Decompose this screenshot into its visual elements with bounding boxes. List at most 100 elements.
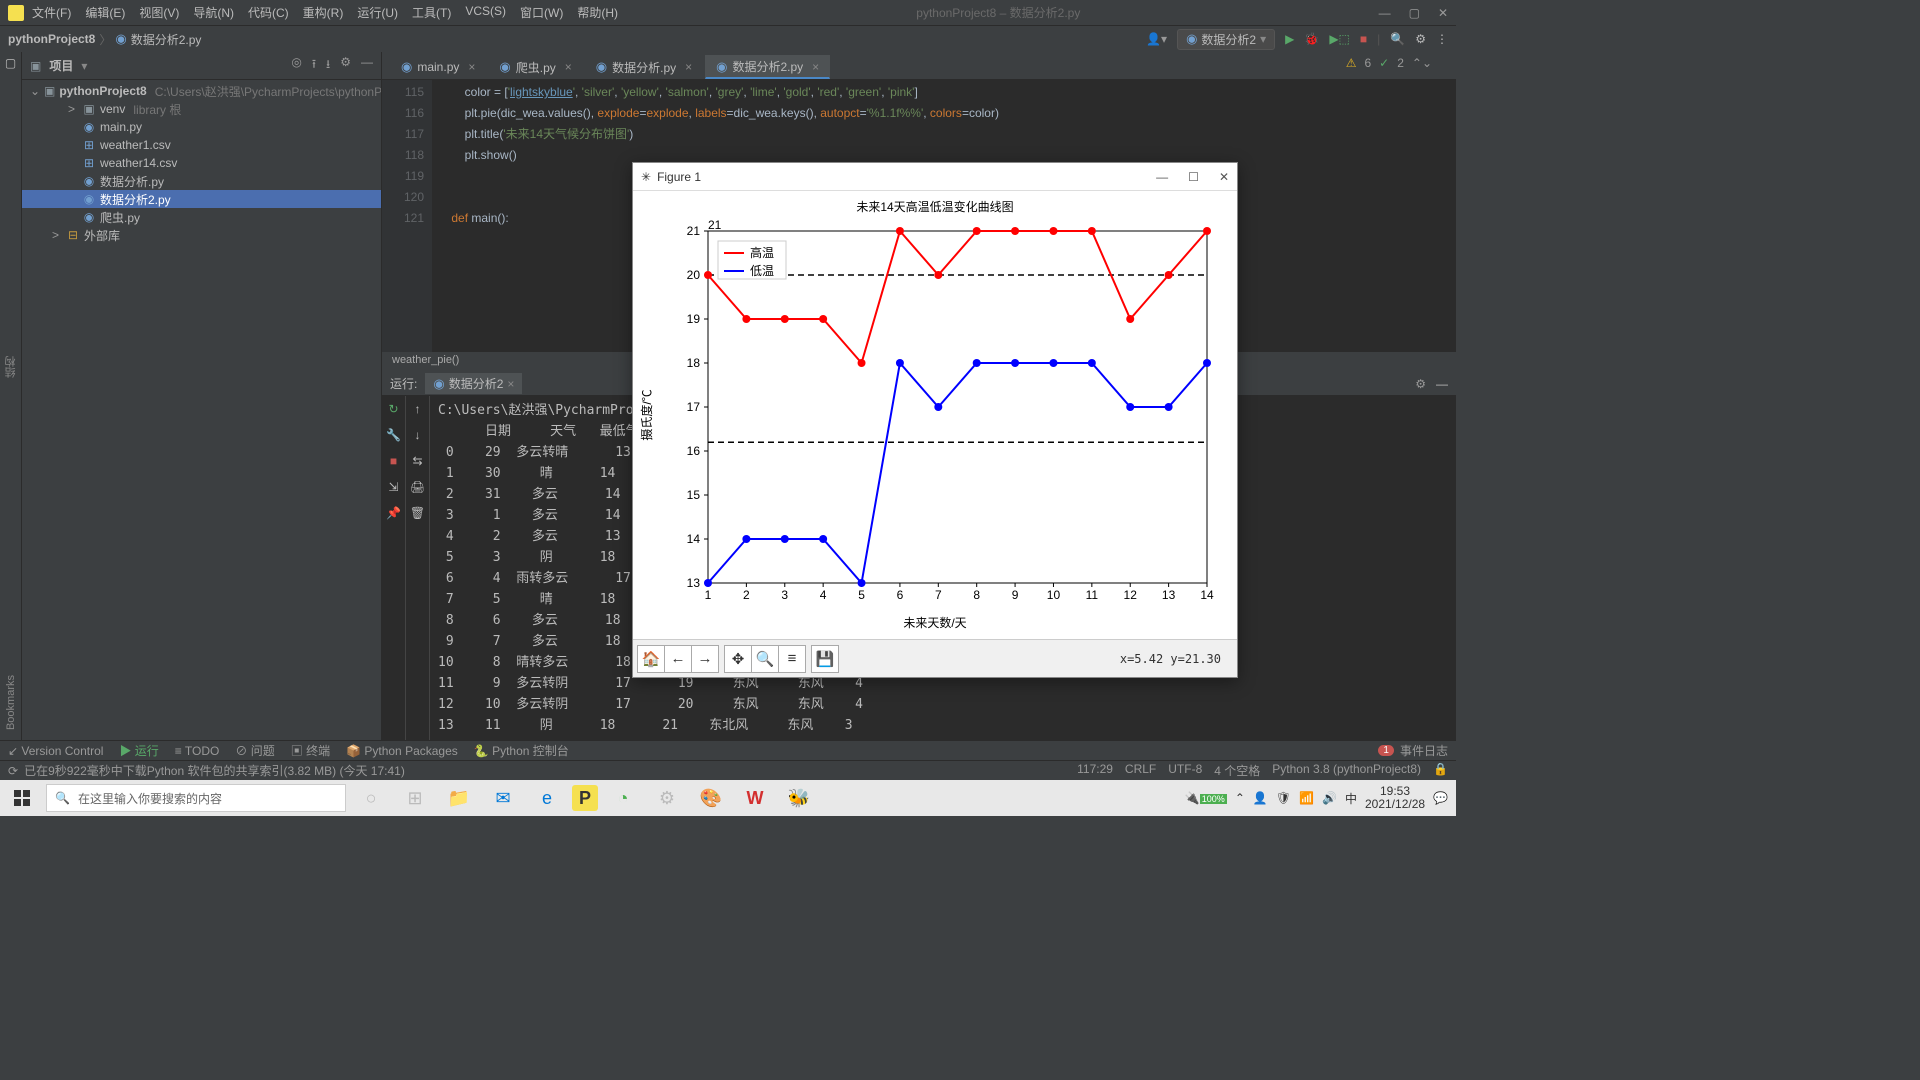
tab-terminal[interactable]: ▣ 终端 [291,742,330,759]
sync-icon[interactable]: ⟳ [8,764,18,778]
tab-problems[interactable]: ⊘ 问题 [235,742,274,759]
battery-icon[interactable]: 🔌100% [1185,791,1227,805]
target-icon[interactable]: ◎ [291,55,301,76]
editor-tab[interactable]: ◉main.py× [390,55,486,79]
interpreter[interactable]: Python 3.8 (pythonProject8) [1272,762,1421,779]
event-log-label[interactable]: 事件日志 [1400,742,1448,759]
tab-python-console[interactable]: 🐍 Python 控制台 [474,742,569,759]
run-config-dropdown[interactable]: ◉ 数据分析2 ▾ [1177,29,1275,50]
maximize-icon[interactable]: ☐ [1188,170,1199,184]
volume-icon[interactable]: 🔊 [1322,791,1337,805]
trash-icon[interactable]: 🗑 [410,506,425,520]
run-button[interactable]: ▶ [1285,32,1294,46]
lock-icon[interactable]: 🔒 [1433,762,1448,779]
bookmarks-label[interactable]: Bookmarks [5,665,17,740]
breadcrumb-file[interactable]: 数据分析2.py [131,31,202,48]
tab-python-packages[interactable]: 📦 Python Packages [346,744,458,758]
tray-shield-icon[interactable]: 🛡 [1276,791,1291,805]
gear-icon[interactable]: ⚙ [1415,377,1426,391]
warnings-icon[interactable]: ⚠ [1346,56,1357,70]
pin-icon[interactable]: 📌 [386,506,401,520]
editor-tab[interactable]: ◉爬虫.py× [488,55,582,79]
collapse-icon[interactable]: ⭳ [326,55,330,76]
structure-label[interactable]: 结构 [3,346,19,388]
config-button[interactable]: ≡ [778,645,806,673]
hide-icon[interactable]: — [1436,377,1448,391]
forward-button[interactable]: → [691,645,719,673]
close-icon[interactable]: × [812,60,819,74]
tree-item[interactable]: >▣venvlibrary 根 [22,100,381,118]
wrap-icon[interactable]: ⇆ [412,454,422,468]
project-tool-icon[interactable]: ▢ [5,56,16,70]
editor-tab[interactable]: ◉数据分析.py× [585,55,703,79]
indent[interactable]: 4 个空格 [1214,762,1260,779]
close-icon[interactable]: × [507,377,514,391]
stop-button[interactable]: ■ [1360,32,1367,46]
save-button[interactable]: 💾 [811,645,839,673]
back-button[interactable]: ← [664,645,692,673]
wifi-icon[interactable]: 📶 [1299,791,1314,805]
chevron-icon[interactable]: ⌃⌄ [1412,56,1432,70]
clock[interactable]: 19:53 2021/12/28 [1365,785,1425,811]
search-input[interactable]: 🔍 在这里输入你要搜索的内容 [46,784,346,812]
wps-icon[interactable]: W [736,782,774,814]
menu-window[interactable]: 窗口(W) [520,4,563,21]
tree-item[interactable]: ◉数据分析.py [22,172,381,190]
stop-button[interactable]: ■ [390,454,397,468]
menu-run[interactable]: 运行(U) [357,4,398,21]
encoding[interactable]: UTF-8 [1168,762,1202,779]
close-icon[interactable]: × [565,60,572,74]
close-icon[interactable]: × [685,60,692,74]
menu-file[interactable]: 文件(F) [32,4,71,21]
breadcrumb-project[interactable]: pythonProject8 [8,32,95,46]
notification-icon[interactable]: 💬 [1433,791,1448,805]
menu-tools[interactable]: 工具(T) [412,4,451,21]
close-icon[interactable]: × [468,60,475,74]
tab-todo[interactable]: ≡ TODO [175,744,220,758]
app-icon-2[interactable]: 🎨 [692,782,730,814]
menu-refactor[interactable]: 重构(R) [303,4,344,21]
exit-icon[interactable]: ⇲ [388,480,398,494]
figure-window[interactable]: ✳ Figure 1 — ☐ ✕ 未来14天高温低温变化曲线图未来天数/天摄氏度… [632,162,1238,678]
edge-icon[interactable]: e [528,782,566,814]
minimize-icon[interactable]: — [1156,170,1168,184]
app-icon[interactable]: ◔ [604,782,642,814]
tree-item[interactable]: ◉数据分析2.py [22,190,381,208]
close-icon[interactable]: ✕ [1438,6,1448,20]
wrench-icon[interactable]: 🔧 [386,428,401,442]
print-icon[interactable]: 🖨 [410,480,425,494]
explorer-icon[interactable]: 📁 [440,782,478,814]
pan-button[interactable]: ✥ [724,645,752,673]
menu-vcs[interactable]: VCS(S) [465,4,506,21]
app-icon-3[interactable]: 🐝 [780,782,818,814]
menu-edit[interactable]: 编辑(E) [85,4,125,21]
tree-item[interactable]: ◉爬虫.py [22,208,381,226]
cursor-pos[interactable]: 117:29 [1077,762,1113,779]
debug-button[interactable]: 🐞 [1304,32,1319,46]
hide-icon[interactable]: — [361,55,373,76]
zoom-button[interactable]: 🔍 [751,645,779,673]
run-coverage-button[interactable]: ▶⬚ [1329,32,1350,46]
maximize-icon[interactable]: ▢ [1409,6,1420,20]
tray-user-icon[interactable]: 👤 [1253,791,1268,805]
minimize-icon[interactable]: — [1379,6,1391,20]
search-icon[interactable]: 🔍 [1390,32,1405,46]
user-icon[interactable]: 👤▾ [1146,32,1167,46]
figure-title-bar[interactable]: ✳ Figure 1 — ☐ ✕ [633,163,1237,191]
tab-run[interactable]: ▶ 运行 [119,742,158,759]
editor-tab[interactable]: ◉数据分析2.py× [705,55,830,79]
menu-view[interactable]: 视图(V) [139,4,179,21]
cortana-icon[interactable]: ○ [352,782,390,814]
tab-version-control[interactable]: ↙ Version Control [8,744,103,758]
up-icon[interactable]: ↑ [415,402,421,416]
tree-item[interactable]: ⊞weather14.csv [22,154,381,172]
task-view-icon[interactable]: ⊞ [396,782,434,814]
ime-icon[interactable]: 中 [1345,790,1357,807]
settings-icon[interactable]: ⚙ [1415,32,1426,46]
menu-help[interactable]: 帮助(H) [577,4,618,21]
gear-icon[interactable]: ⚙ [340,55,351,76]
home-button[interactable]: 🏠 [637,645,665,673]
run-tab[interactable]: ◉ 数据分析2 × [425,373,522,394]
menu-nav[interactable]: 导航(N) [193,4,234,21]
line-ending[interactable]: CRLF [1125,762,1156,779]
